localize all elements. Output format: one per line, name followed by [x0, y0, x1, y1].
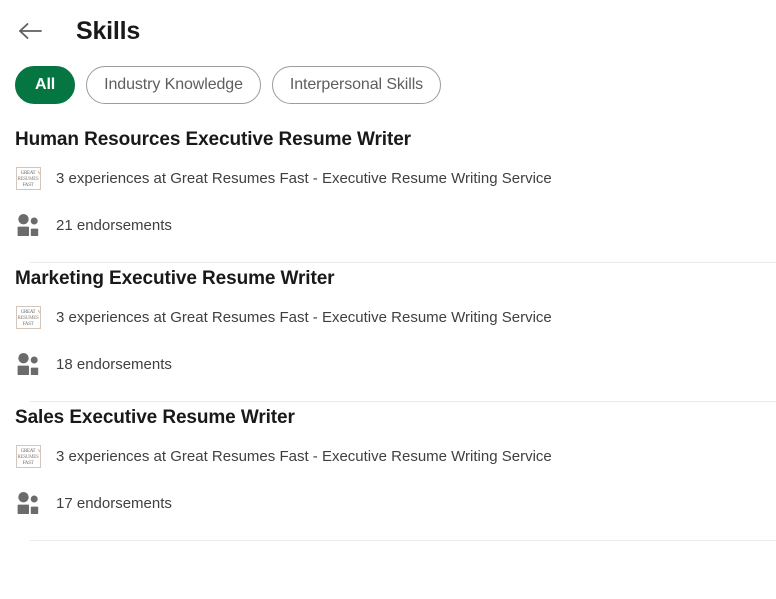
skills-list: Human Resources Executive Resume Writer …: [0, 124, 776, 541]
back-button[interactable]: [15, 16, 45, 46]
page-header: Skills: [0, 0, 776, 62]
skill-endorsement-row[interactable]: 21 endorsements: [15, 212, 776, 238]
skill-endorsement-text: 21 endorsements: [56, 216, 172, 234]
filter-pill-bar: All Industry Knowledge Interpersonal Ski…: [0, 62, 776, 108]
skill-name: Human Resources Executive Resume Writer: [15, 129, 411, 150]
filter-pill-label: Interpersonal Skills: [289, 76, 424, 93]
page-title: Skills: [76, 16, 141, 45]
skill-endorsement-row[interactable]: 18 endorsements: [15, 351, 776, 377]
skill-name: Marketing Executive Resume Writer: [15, 268, 335, 289]
people-icon: [15, 490, 41, 516]
skill-experience-row: GREAT RESUMES FAST 3 experiences at Grea…: [15, 165, 776, 191]
skill-experience-text: 3 experiences at Great Resumes Fast - Ex…: [56, 447, 552, 465]
skill-endorsement-text: 17 endorsements: [56, 494, 172, 512]
skill-item[interactable]: Human Resources Executive Resume Writer …: [0, 124, 776, 263]
filter-pill-industry-knowledge[interactable]: Industry Knowledge: [86, 66, 261, 104]
back-arrow-icon: [17, 21, 43, 41]
skill-experience-row: GREAT RESUMES FAST 3 experiences at Grea…: [15, 304, 776, 330]
skill-experience-row: GREAT RESUMES FAST 3 experiences at Grea…: [15, 443, 776, 469]
filter-pill-interpersonal-skills[interactable]: Interpersonal Skills: [271, 66, 442, 104]
skill-item[interactable]: Sales Executive Resume Writer GREAT RESU…: [0, 402, 776, 541]
company-logo-icon: GREAT RESUMES FAST: [15, 304, 41, 330]
skill-endorsement-text: 18 endorsements: [56, 355, 172, 373]
people-icon: [15, 212, 41, 238]
skill-divider: [30, 540, 776, 541]
skill-experience-text: 3 experiences at Great Resumes Fast - Ex…: [56, 169, 552, 187]
filter-pill-all[interactable]: All: [15, 66, 76, 104]
skill-experience-text: 3 experiences at Great Resumes Fast - Ex…: [56, 308, 552, 326]
people-icon: [15, 351, 41, 377]
skill-endorsement-row[interactable]: 17 endorsements: [15, 490, 776, 516]
company-logo-icon: GREAT RESUMES FAST: [15, 165, 41, 191]
filter-pill-label: All: [35, 76, 56, 93]
filter-pill-label: Industry Knowledge: [104, 76, 243, 93]
skill-name: Sales Executive Resume Writer: [15, 407, 295, 428]
company-logo-icon: GREAT RESUMES FAST: [15, 443, 41, 469]
skill-item[interactable]: Marketing Executive Resume Writer GREAT …: [0, 263, 776, 402]
